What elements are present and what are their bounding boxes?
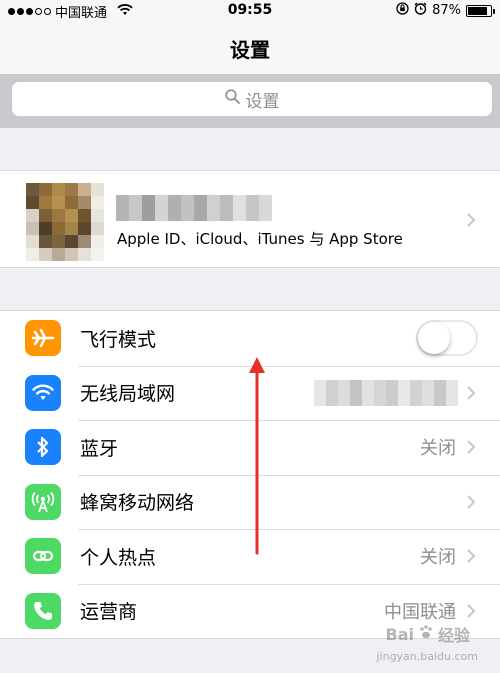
- annotation-arrow-icon: [249, 357, 265, 555]
- bluetooth-label: 蓝牙: [80, 437, 119, 460]
- chevron-right-icon: [464, 386, 478, 400]
- chevron-right-icon: [464, 440, 478, 454]
- watermark-brand: Bai: [385, 624, 414, 644]
- apple-id-row[interactable]: Apple ID、iCloud、iTunes 与 App Store: [0, 170, 500, 268]
- carrier-value: 中国联通: [384, 601, 456, 623]
- phone-icon: [25, 592, 61, 629]
- bluetooth-icon: [25, 429, 61, 466]
- orientation-lock-icon: [396, 2, 409, 19]
- status-right: 87%: [396, 2, 495, 19]
- search-placeholder: 设置: [245, 91, 280, 112]
- watermark-suffix: 经验: [437, 626, 470, 645]
- cellular-icon: [25, 483, 61, 520]
- toggle-knob: [418, 322, 450, 355]
- page-title: 设置: [230, 38, 270, 62]
- apple-id-subtitle: Apple ID、iCloud、iTunes 与 App Store: [117, 230, 403, 248]
- hotspot-icon: [25, 538, 61, 575]
- battery-percent: 87%: [432, 3, 461, 18]
- wifi-icon: [25, 374, 61, 411]
- alarm-icon: [414, 2, 427, 19]
- personal-hotspot-status: 关闭: [420, 547, 456, 569]
- account-name-blurred: [116, 195, 272, 221]
- bluetooth-status: 关闭: [420, 438, 456, 460]
- chevron-right-icon: [464, 213, 478, 227]
- wifi-network-blurred: [314, 379, 458, 406]
- wifi-label: 无线局域网: [80, 383, 176, 406]
- search-input[interactable]: 设置: [12, 82, 492, 116]
- airplane-mode-toggle[interactable]: [416, 320, 478, 357]
- search-area: 设置: [0, 74, 500, 128]
- battery-icon: [466, 4, 495, 17]
- chevron-right-icon: [464, 495, 478, 509]
- cellular-label: 蜂窝移动网络: [80, 492, 195, 515]
- status-bar: 中国联通 09:55 87%: [0, 0, 500, 21]
- navigation-bar: 设置: [0, 20, 500, 74]
- personal-hotspot-label: 个人热点: [80, 546, 157, 569]
- search-icon: [224, 89, 240, 109]
- carrier-label: 运营商: [80, 601, 138, 624]
- chevron-right-icon: [464, 604, 478, 618]
- battery-level: [468, 6, 488, 15]
- airplane-mode-label: 飞行模式: [80, 328, 157, 351]
- airplane-icon: [25, 320, 61, 357]
- watermark-url: jingyan.baidu.com: [376, 650, 478, 663]
- avatar: [26, 183, 104, 261]
- paw-icon: [418, 624, 434, 644]
- chevron-right-icon: [464, 549, 478, 563]
- baidu-watermark: Bai 经验: [386, 622, 471, 646]
